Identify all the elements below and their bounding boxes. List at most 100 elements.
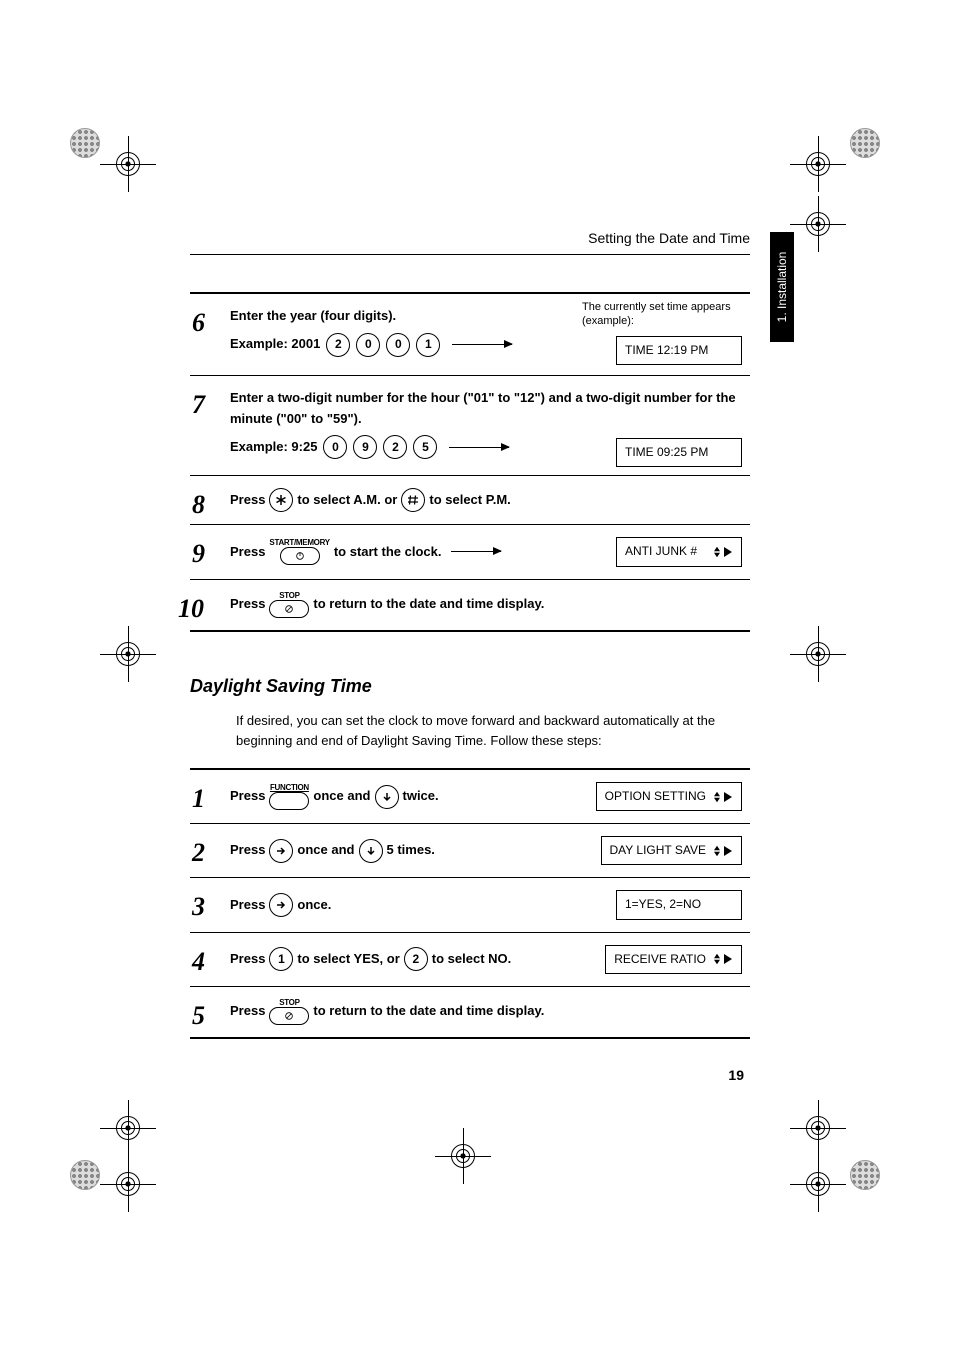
down-arrow-icon <box>381 791 393 803</box>
lcd-display: TIME 12:19 PM <box>616 336 742 365</box>
start-memory-key: START/MEMORY <box>269 539 329 565</box>
step-text: Press <box>230 949 265 970</box>
page-number: 19 <box>728 1067 744 1083</box>
steps-block-dst: 1 Press FUNCTION once and twice. OPTION … <box>190 768 750 1039</box>
lcd-display: DAY LIGHT SAVE <box>601 836 742 865</box>
step-text: Press <box>230 895 265 916</box>
step-text: Enter the year (four digits). <box>230 308 396 323</box>
step-number: 6 <box>192 302 205 344</box>
crop-mark-icon <box>100 1100 156 1156</box>
digit-key: 2 <box>404 947 428 971</box>
print-dot-icon <box>850 128 880 158</box>
step-text: Press <box>230 490 265 511</box>
section-tab-label: 1. Installation <box>775 252 789 323</box>
manual-page: 1. Installation Setting the Date and Tim… <box>0 0 954 1351</box>
lcd-text: DAY LIGHT SAVE <box>610 841 706 860</box>
digit-key: 1 <box>269 947 293 971</box>
steps-block-top: 6 Enter the year (four digits). Example:… <box>190 292 750 632</box>
step-text: to select YES, or <box>297 949 399 970</box>
step-text: Press <box>230 594 265 615</box>
stop-key: STOP <box>269 999 309 1025</box>
section-intro: If desired, you can set the clock to mov… <box>236 711 750 750</box>
running-header: Setting the Date and Time <box>588 230 750 246</box>
crop-mark-icon <box>790 136 846 192</box>
step-note: The currently set time appears (example)… <box>582 300 742 329</box>
crop-mark-icon <box>100 136 156 192</box>
key-label: START/MEMORY <box>269 539 329 547</box>
nav-arrows-icon <box>712 791 733 803</box>
right-key <box>269 893 293 917</box>
nav-arrows-icon <box>712 953 733 965</box>
lcd-display: 1=YES, 2=NO <box>616 890 742 919</box>
down-key <box>375 785 399 809</box>
step-number: 7 <box>192 384 205 426</box>
right-arrow-icon <box>275 899 287 911</box>
hash-icon <box>407 494 419 506</box>
step-6: 6 Enter the year (four digits). Example:… <box>190 294 750 375</box>
arrow-icon <box>449 447 509 448</box>
dst-step-1: 1 Press FUNCTION once and twice. OPTION … <box>190 770 750 823</box>
step-10: 10 Press STOP to return to the date and … <box>190 579 750 630</box>
asterisk-icon <box>275 494 287 506</box>
stop-key-icon <box>269 600 309 618</box>
lcd-text: ANTI JUNK # <box>625 542 697 561</box>
lcd-display: RECEIVE RATIO <box>605 945 742 974</box>
nav-arrows-icon <box>712 845 733 857</box>
nav-arrows-icon <box>712 546 733 558</box>
right-arrow-icon <box>275 845 287 857</box>
step-text: Press <box>230 786 265 807</box>
step-text: to select NO. <box>432 949 511 970</box>
key-label: STOP <box>279 592 299 600</box>
step-text: to return to the date and time display. <box>313 1001 544 1022</box>
lcd-display: TIME 09:25 PM <box>616 438 742 467</box>
dst-step-2: 2 Press once and 5 times. DAY LIGHT SAVE <box>190 823 750 877</box>
stop-key: STOP <box>269 592 309 618</box>
crop-mark-icon <box>100 626 156 682</box>
down-arrow-icon <box>365 845 377 857</box>
function-key-icon <box>269 792 309 810</box>
step-number: 2 <box>192 832 205 874</box>
step-text: once. <box>297 895 331 916</box>
down-key <box>359 839 383 863</box>
digit-key: 0 <box>323 435 347 459</box>
header-rule <box>190 254 750 255</box>
crop-mark-icon <box>100 1156 156 1212</box>
crop-mark-icon <box>435 1128 491 1184</box>
section-heading: Daylight Saving Time <box>190 676 750 697</box>
lcd-text: RECEIVE RATIO <box>614 950 706 969</box>
digit-key: 0 <box>356 333 380 357</box>
step-8: 8 Press to select A.M. or to select P.M. <box>190 475 750 524</box>
example-label: Example: 2001 <box>230 334 320 355</box>
lcd-display: ANTI JUNK # <box>616 537 742 566</box>
step-text: 5 times. <box>387 840 435 861</box>
print-dot-icon <box>70 1160 100 1190</box>
digit-key: 2 <box>383 435 407 459</box>
step-text: to start the clock. <box>334 542 442 563</box>
step-number: 10 <box>178 588 204 630</box>
key-label: FUNCTION <box>270 784 309 792</box>
lcd-text: OPTION SETTING <box>605 787 706 806</box>
example-label: Example: 9:25 <box>230 437 317 458</box>
step-number: 1 <box>192 778 205 820</box>
right-key <box>269 839 293 863</box>
step-number: 5 <box>192 995 205 1037</box>
digit-key: 5 <box>413 435 437 459</box>
dst-step-5: 5 Press STOP to return to the date and t… <box>190 986 750 1037</box>
print-dot-icon <box>70 128 100 158</box>
arrow-icon <box>452 344 512 345</box>
step-number: 9 <box>192 533 205 575</box>
crop-mark-icon <box>790 1100 846 1156</box>
step-text: to select P.M. <box>429 490 510 511</box>
stop-key-icon <box>269 1007 309 1025</box>
digit-key: 9 <box>353 435 377 459</box>
crop-mark-icon <box>790 626 846 682</box>
step-text: to select A.M. or <box>297 490 397 511</box>
step-number: 3 <box>192 886 205 928</box>
section-daylight: Daylight Saving Time If desired, you can… <box>190 676 750 1039</box>
step-9: 9 Press START/MEMORY to start the clock.… <box>190 524 750 578</box>
step-text: Press <box>230 840 265 861</box>
start-key-icon <box>280 547 320 565</box>
arrow-icon <box>451 551 501 552</box>
step-text: Press <box>230 542 265 563</box>
crop-mark-icon <box>790 1156 846 1212</box>
